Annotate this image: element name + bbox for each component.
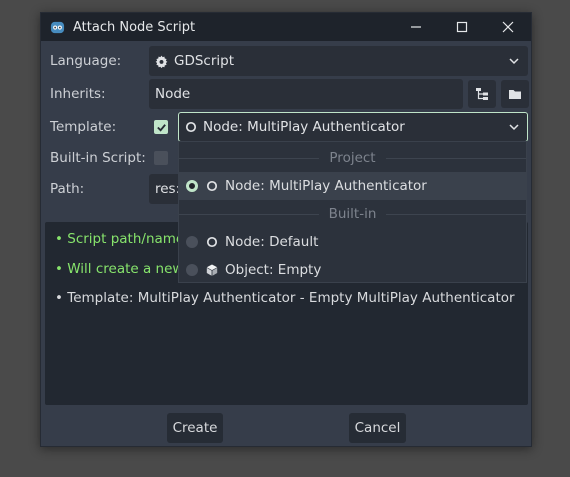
template-checkbox[interactable] [154,120,168,134]
dropdown-item[interactable]: Node: Default [179,228,526,256]
dropdown-item[interactable]: Object: Empty [179,256,526,284]
node-circle-icon [206,180,218,192]
create-button[interactable]: Create [167,413,223,443]
close-button[interactable] [485,13,531,41]
object-cube-icon [206,264,218,276]
maximize-icon [456,21,468,33]
node-tree-icon [476,88,488,100]
select-node-button[interactable] [468,80,496,108]
builtin-script-label: Built-in Script: [50,150,146,166]
inherits-label: Inherits: [50,86,106,102]
close-icon [502,21,514,33]
browse-folder-button[interactable] [501,80,529,108]
radio-selected-icon [186,180,198,192]
window-title: Attach Node Script [73,19,196,35]
node-circle-icon [206,236,218,248]
language-label: Language: [50,53,122,69]
minimize-icon [411,26,421,28]
template-value: Node: MultiPlay Authenticator [203,119,405,135]
template-label: Template: [50,119,117,135]
inherits-value: Node [155,86,191,102]
path-label: Path: [50,181,85,197]
message-line: • Will create a new [55,261,184,277]
message-line: • Script path/name [55,231,185,247]
node-circle-icon [185,121,197,133]
template-dropdown-popup: Project Node: MultiPlay Authenticator Bu… [178,141,527,283]
language-select[interactable]: GDScript [149,46,528,76]
section-header-builtin: Built-in [179,200,526,228]
title-bar[interactable]: Attach Node Script [41,13,531,41]
chevron-down-icon [509,58,519,65]
dropdown-item[interactable]: Node: MultiPlay Authenticator [179,172,526,200]
cancel-button[interactable]: Cancel [349,413,406,443]
minimize-button[interactable] [393,13,439,41]
radio-unselected-icon [186,236,198,248]
radio-unselected-icon [186,264,198,276]
gear-icon [155,55,168,68]
language-value: GDScript [174,53,235,69]
section-header-project: Project [179,144,526,172]
inherits-input[interactable]: Node [149,79,463,109]
template-select[interactable]: Node: MultiPlay Authenticator [178,112,528,142]
path-value: res: [155,181,181,197]
folder-icon [509,90,521,99]
chevron-down-icon [509,124,519,131]
builtin-script-checkbox[interactable] [154,151,168,165]
maximize-button[interactable] [439,13,485,41]
message-line: • Template: MultiPlay Authenticator - Em… [55,290,515,306]
godot-logo-icon [50,20,65,35]
check-icon [156,123,166,132]
